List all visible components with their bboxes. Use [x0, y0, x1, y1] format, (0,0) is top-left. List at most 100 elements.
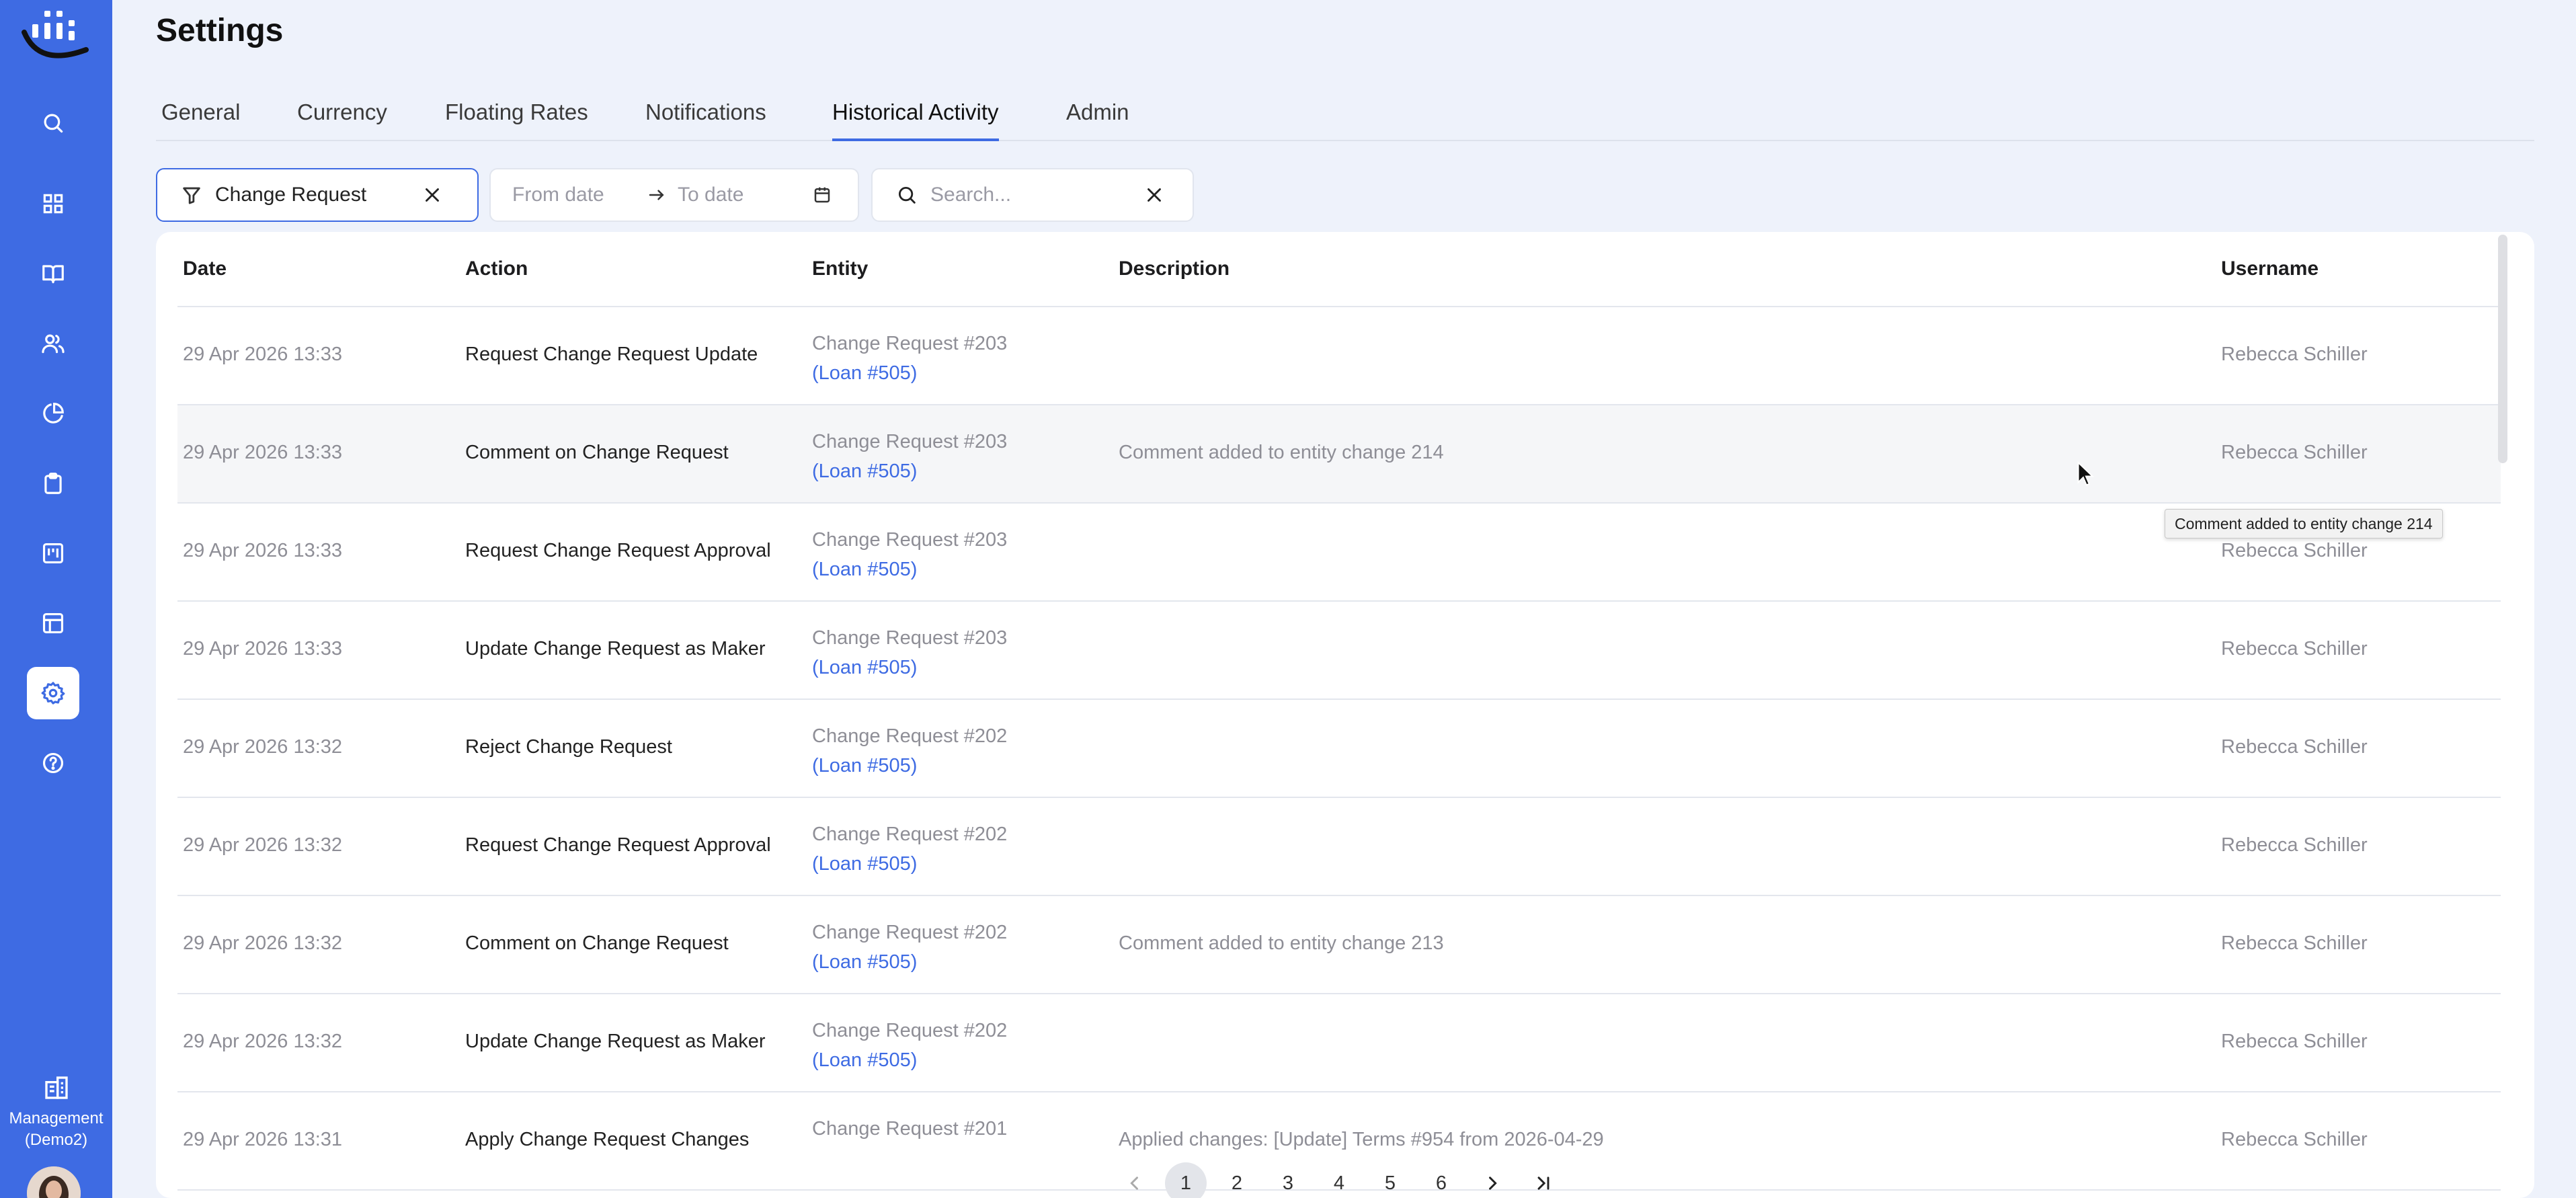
entity-link[interactable]: (Loan #505) [812, 849, 1007, 879]
table-row[interactable]: 29 Apr 2026 13:32 Comment on Change Requ… [177, 896, 2501, 994]
row-username: Rebecca Schiller [2221, 932, 2368, 954]
row-date: 29 Apr 2026 13:33 [183, 344, 343, 365]
column-header-username[interactable]: Username [2221, 257, 2319, 280]
board-icon [42, 543, 64, 564]
last-page-button[interactable] [1518, 1162, 1569, 1198]
page-number: 4 [1333, 1172, 1345, 1194]
nav-tasks[interactable] [27, 457, 79, 510]
page-button[interactable]: 5 [1365, 1162, 1416, 1198]
app-logo[interactable] [19, 5, 93, 67]
row-description: Comment added to entity change 213 [1119, 932, 1444, 954]
column-header-description[interactable]: Description [1119, 257, 1230, 280]
row-username: Rebecca Schiller [2221, 638, 2368, 660]
page-button-current[interactable]: 1 [1160, 1162, 1211, 1198]
tab-currency[interactable]: Currency [297, 99, 387, 141]
table-row[interactable]: 29 Apr 2026 13:32 Reject Change Request … [177, 700, 2501, 798]
previous-page-button[interactable] [1109, 1162, 1160, 1198]
column-header-action[interactable]: Action [465, 257, 528, 280]
entity-link[interactable]: (Loan #505) [812, 947, 1007, 977]
from-date-input[interactable]: From date [512, 184, 647, 206]
nav-board[interactable] [27, 527, 79, 580]
tab-general[interactable]: General [161, 99, 240, 141]
organization-switcher[interactable]: Management (Demo2) [0, 1074, 112, 1151]
entity-name: Change Request #201 [812, 1118, 1008, 1140]
entity-link[interactable]: (Loan #505) [812, 456, 1007, 486]
nav-users[interactable] [27, 317, 79, 370]
entity-type-filter[interactable]: Change Request [156, 168, 479, 222]
row-date: 29 Apr 2026 13:32 [183, 932, 343, 954]
entity-name: Change Request #202 [812, 824, 1008, 845]
entity-link[interactable]: (Loan #505) [812, 358, 1007, 388]
nav-search[interactable] [27, 97, 79, 149]
nav-help[interactable] [27, 737, 79, 789]
avatar[interactable] [27, 1166, 81, 1198]
row-entity: Change Request #202 (Loan #505) [812, 721, 1007, 781]
tab-notifications[interactable]: Notifications [645, 99, 766, 141]
date-range-picker[interactable]: From date To date [489, 168, 859, 222]
row-username: Rebecca Schiller [2221, 1129, 2368, 1150]
table-row[interactable]: 29 Apr 2026 13:33 Comment on Change Requ… [177, 405, 2501, 504]
to-date-input[interactable]: To date [678, 184, 812, 206]
row-entity: Change Request #203 (Loan #505) [812, 427, 1007, 486]
row-date: 29 Apr 2026 13:31 [183, 1129, 343, 1150]
page-number: 6 [1435, 1172, 1447, 1194]
entity-link[interactable]: (Loan #505) [812, 653, 1007, 682]
row-entity: Change Request #201 [812, 1114, 1007, 1144]
pagination: 1 2 3 4 5 6 [1109, 1162, 1569, 1198]
table-row[interactable]: 29 Apr 2026 13:33 Update Change Request … [177, 602, 2501, 700]
nav-table[interactable] [27, 597, 79, 649]
page-button[interactable]: 4 [1314, 1162, 1365, 1198]
row-username: Rebecca Schiller [2221, 1031, 2368, 1052]
entity-name: Change Request #202 [812, 922, 1008, 943]
row-username: Rebecca Schiller [2221, 540, 2368, 561]
row-entity: Change Request #202 (Loan #505) [812, 1016, 1007, 1075]
tab-floating-rates[interactable]: Floating Rates [445, 99, 588, 141]
column-header-date[interactable]: Date [183, 257, 227, 280]
table-scrollbar[interactable] [2498, 235, 2507, 463]
nav-settings[interactable] [27, 667, 79, 719]
arrow-right-icon [649, 190, 664, 200]
page-number: 2 [1231, 1172, 1243, 1194]
nav-dashboard[interactable] [27, 177, 79, 230]
page-button[interactable]: 3 [1262, 1162, 1314, 1198]
table-row[interactable]: 29 Apr 2026 13:33 Request Change Request… [177, 504, 2501, 602]
user-avatar-icon [27, 1166, 81, 1198]
pie-chart-icon [43, 403, 64, 424]
column-header-entity[interactable]: Entity [812, 257, 868, 280]
entity-link[interactable]: (Loan #505) [812, 555, 1007, 584]
chevron-right-icon [1489, 1176, 1497, 1190]
row-description: Comment added to entity change 214 [1119, 442, 1444, 463]
search-box[interactable]: Search... [871, 168, 1194, 222]
sidebar: Management (Demo2) [0, 0, 112, 1198]
gear-icon [41, 682, 65, 705]
tab-historical-activity[interactable]: Historical Activity [832, 99, 999, 141]
table-row[interactable]: 29 Apr 2026 13:33 Request Change Request… [177, 307, 2501, 405]
search-input[interactable]: Search... [930, 184, 1139, 206]
dashboard-grid-icon [43, 194, 63, 214]
table-row[interactable]: 29 Apr 2026 13:32 Update Change Request … [177, 994, 2501, 1092]
row-action: Request Change Request Update [465, 344, 758, 365]
row-entity: Change Request #203 (Loan #505) [812, 329, 1007, 388]
row-description: Applied changes: [Update] Terms #954 fro… [1119, 1129, 1604, 1150]
clear-search-icon[interactable] [1143, 184, 1166, 206]
row-username: Rebecca Schiller [2221, 344, 2368, 365]
search-icon [898, 186, 916, 204]
users-icon [42, 334, 65, 354]
clear-filter-icon[interactable] [421, 184, 444, 206]
filter-icon [183, 187, 200, 204]
calendar-icon[interactable] [812, 185, 832, 205]
entity-link[interactable]: (Loan #505) [812, 1045, 1007, 1075]
page-button[interactable]: 2 [1211, 1162, 1262, 1198]
nav-analytics[interactable] [27, 387, 79, 440]
row-entity: Change Request #203 (Loan #505) [812, 525, 1007, 584]
row-entity: Change Request #202 (Loan #505) [812, 820, 1007, 879]
nav-book[interactable] [27, 247, 79, 300]
chevron-last-icon [1537, 1176, 1549, 1190]
entity-link[interactable]: (Loan #505) [812, 751, 1007, 781]
entity-name: Change Request #202 [812, 725, 1008, 747]
next-page-button[interactable] [1467, 1162, 1518, 1198]
page-button[interactable]: 6 [1416, 1162, 1467, 1198]
tab-admin[interactable]: Admin [1066, 99, 1129, 141]
row-action: Update Change Request as Maker [465, 638, 766, 660]
table-row[interactable]: 29 Apr 2026 13:32 Request Change Request… [177, 798, 2501, 896]
